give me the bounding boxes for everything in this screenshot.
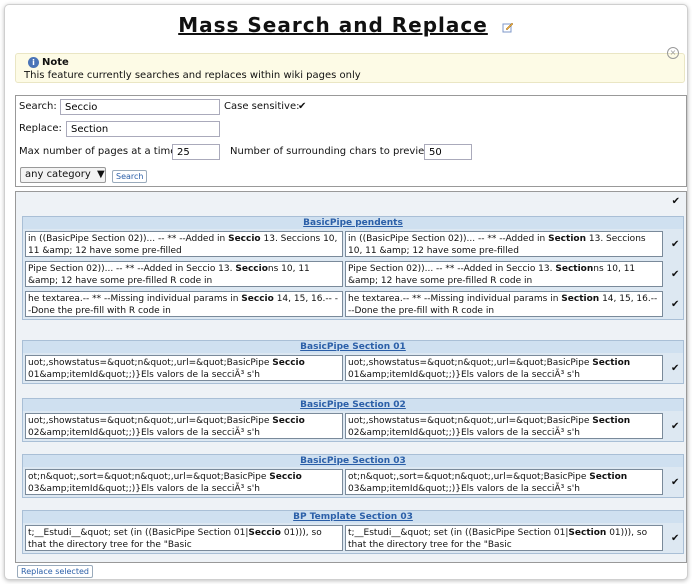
row-checkbox[interactable]: ✔ bbox=[671, 299, 679, 310]
page-title: Mass Search and Replace bbox=[5, 13, 687, 37]
search-input[interactable] bbox=[60, 99, 220, 115]
note-heading: i Note bbox=[28, 57, 69, 68]
original-text: Pipe Section 02))... -- ** --Added in Se… bbox=[25, 261, 343, 287]
replace-label: Replace: bbox=[19, 123, 62, 134]
chevron-down-icon: ▼ bbox=[96, 169, 105, 180]
row-checkbox[interactable]: ✔ bbox=[671, 269, 679, 280]
result-row: he textarea.-- ** --Missing individual p… bbox=[23, 289, 683, 319]
group-title-link[interactable]: BasicPipe Section 01 bbox=[23, 341, 683, 353]
surrounding-chars-label: Number of surrounding chars to preview: bbox=[230, 146, 436, 157]
search-form: Search: Case sensitive: ✔ Replace: Max n… bbox=[15, 95, 687, 187]
replaced-text: uot;,showstatus=&quot;n&quot;,url=&quot;… bbox=[345, 355, 663, 381]
row-checkbox[interactable]: ✔ bbox=[671, 239, 679, 250]
replaced-text: Pipe Section 02))... -- ** --Added in Se… bbox=[345, 261, 663, 287]
row-checkbox[interactable]: ✔ bbox=[671, 363, 679, 374]
group-title-link[interactable]: BasicPipe pendents bbox=[23, 217, 683, 229]
search-button[interactable]: Search bbox=[112, 170, 148, 183]
original-text: t;__Estudi__&quot; set (in ((BasicPipe S… bbox=[25, 525, 343, 551]
result-row: ot;n&quot;,sort=&quot;n&quot;,url=&quot;… bbox=[23, 467, 683, 497]
search-label: Search: bbox=[19, 101, 57, 112]
case-sensitive-checkbox[interactable]: ✔ bbox=[298, 101, 306, 112]
max-pages-input[interactable] bbox=[172, 144, 220, 160]
case-sensitive-label: Case sensitive: bbox=[224, 101, 300, 112]
group-title-link[interactable]: BasicPipe Section 03 bbox=[23, 455, 683, 467]
replaced-text: t;__Estudi__&quot; set (in ((BasicPipe S… bbox=[345, 525, 663, 551]
replaced-text: in ((BasicPipe Section 02))... -- ** --A… bbox=[345, 231, 663, 257]
replaced-text: uot;,showstatus=&quot;n&quot;,url=&quot;… bbox=[345, 413, 663, 439]
category-select[interactable]: any category ▼ bbox=[20, 167, 106, 183]
result-row: t;__Estudi__&quot; set (in ((BasicPipe S… bbox=[23, 523, 683, 553]
row-checkbox[interactable]: ✔ bbox=[671, 533, 679, 544]
results-panel: ✔ BasicPipe pendents in ((BasicPipe Sect… bbox=[15, 191, 687, 563]
select-all-checkbox[interactable]: ✔ bbox=[672, 196, 680, 207]
group-title-link[interactable]: BasicPipe Section 02 bbox=[23, 399, 683, 411]
original-text: ot;n&quot;,sort=&quot;n&quot;,url=&quot;… bbox=[25, 469, 343, 495]
original-text: in ((BasicPipe Section 02))... -- ** --A… bbox=[25, 231, 343, 257]
result-group: BasicPipe pendents in ((BasicPipe Sectio… bbox=[22, 216, 684, 320]
result-group: BasicPipe Section 03 ot;n&quot;,sort=&qu… bbox=[22, 454, 684, 498]
result-row: Pipe Section 02))... -- ** --Added in Se… bbox=[23, 259, 683, 289]
replaced-text: he textarea.-- ** --Missing individual p… bbox=[345, 291, 663, 317]
group-title-link[interactable]: BP Template Section 03 bbox=[23, 511, 683, 523]
note-box: i Note This feature currently searches an… bbox=[15, 53, 685, 83]
result-row: in ((BasicPipe Section 02))... -- ** --A… bbox=[23, 229, 683, 259]
result-row: uot;,showstatus=&quot;n&quot;,url=&quot;… bbox=[23, 353, 683, 383]
note-text: This feature currently searches and repl… bbox=[24, 70, 361, 81]
original-text: uot;,showstatus=&quot;n&quot;,url=&quot;… bbox=[25, 355, 343, 381]
original-text: he textarea.-- ** --Missing individual p… bbox=[25, 291, 343, 317]
edit-icon[interactable] bbox=[502, 21, 514, 33]
result-group: BP Template Section 03 t;__Estudi__&quot… bbox=[22, 510, 684, 554]
row-checkbox[interactable]: ✔ bbox=[671, 477, 679, 488]
replaced-text: ot;n&quot;,sort=&quot;n&quot;,url=&quot;… bbox=[345, 469, 663, 495]
original-text: uot;,showstatus=&quot;n&quot;,url=&quot;… bbox=[25, 413, 343, 439]
result-group: BasicPipe Section 01 uot;,showstatus=&qu… bbox=[22, 340, 684, 384]
main-panel: Mass Search and Replace i Note This featu… bbox=[4, 4, 688, 580]
info-icon: i bbox=[28, 57, 39, 68]
surrounding-chars-input[interactable] bbox=[424, 144, 472, 160]
replace-input[interactable] bbox=[66, 121, 220, 137]
result-row: uot;,showstatus=&quot;n&quot;,url=&quot;… bbox=[23, 411, 683, 441]
row-checkbox[interactable]: ✔ bbox=[671, 421, 679, 432]
max-pages-label: Max number of pages at a time: bbox=[19, 146, 180, 157]
result-group: BasicPipe Section 02 uot;,showstatus=&qu… bbox=[22, 398, 684, 442]
close-note-icon[interactable]: × bbox=[667, 47, 679, 59]
replace-selected-button[interactable]: Replace selected bbox=[17, 565, 93, 578]
